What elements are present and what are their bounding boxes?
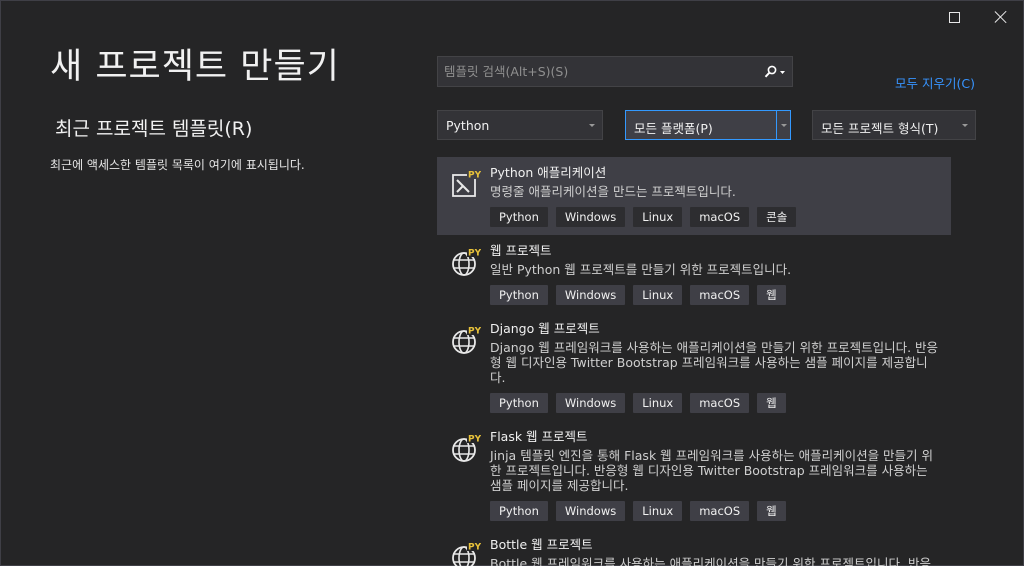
tag-web: 웹: [757, 501, 786, 521]
project-type-filter-value: 모든 프로젝트 형식(T): [821, 121, 939, 136]
template-item[interactable]: PY Django 웹 프로젝트 Django 웹 프레임워크를 사용하는 애플…: [437, 313, 951, 421]
tag-windows: Windows: [555, 501, 626, 521]
language-filter-dropdown[interactable]: Python: [437, 110, 603, 140]
template-description: Bottle 웹 프레임워크를 사용하는 애플리케이션을 만들기 위한 프로젝트…: [490, 556, 931, 566]
tag-macos: macOS: [690, 393, 750, 413]
platform-filter-dropdown[interactable]: 모든 플랫폼(P): [625, 110, 791, 140]
tag-macos: macOS: [690, 501, 750, 521]
close-icon: [995, 11, 1007, 23]
python-console-app-icon: PY: [452, 169, 481, 197]
template-item[interactable]: PY 웹 프로젝트 일반 Python 웹 프로젝트를 만들기 위한 프로젝트입…: [437, 235, 951, 313]
search-options-button[interactable]: [758, 57, 792, 86]
template-name: Bottle 웹 프로젝트: [490, 537, 593, 552]
tag-macos: macOS: [690, 207, 750, 227]
template-description: Django 웹 프레임워크를 사용하는 애플리케이션을 만들기 위한 프로젝트…: [490, 340, 939, 385]
chevron-down-icon: [962, 124, 968, 127]
template-tags: Python Windows Linux macOS 웹: [490, 501, 941, 521]
maximize-button[interactable]: [931, 4, 977, 30]
template-name: Python 애플리케이션: [490, 165, 607, 180]
python-web-globe-icon: PY: [452, 325, 481, 354]
template-tags: Python Windows Linux macOS 웹: [490, 393, 941, 413]
svg-text:PY: PY: [468, 249, 481, 259]
template-search-input[interactable]: [438, 57, 770, 86]
tag-python: Python: [490, 501, 548, 521]
svg-text:PY: PY: [468, 327, 481, 337]
clear-all-link[interactable]: 모두 지우기(C): [895, 73, 975, 92]
template-name: 웹 프로젝트: [490, 243, 552, 258]
tag-windows: Windows: [555, 207, 626, 227]
tag-web: 웹: [757, 285, 786, 305]
python-web-globe-icon: PY: [452, 541, 481, 566]
language-filter-value: Python: [446, 118, 490, 133]
template-tags: Python Windows Linux macOS 콘솔: [490, 207, 941, 227]
template-search-box: [437, 56, 793, 87]
template-description: 일반 Python 웹 프로젝트를 만들기 위한 프로젝트입니다.: [490, 262, 792, 277]
tag-console: 콘솔: [757, 207, 797, 227]
tag-python: Python: [490, 285, 548, 305]
tag-windows: Windows: [555, 393, 626, 413]
page-title: 새 프로젝트 만들기: [50, 47, 340, 87]
tag-python: Python: [490, 207, 548, 227]
tag-macos: macOS: [690, 285, 750, 305]
template-tags: Python Windows Linux macOS 웹: [490, 285, 941, 305]
python-web-globe-icon: PY: [452, 247, 481, 276]
maximize-icon: [948, 11, 960, 23]
tag-linux: Linux: [633, 285, 683, 305]
template-description: 명령줄 애플리케이션을 만드는 프로젝트입니다.: [490, 184, 736, 199]
chevron-down-icon: [781, 124, 787, 127]
template-item[interactable]: PY Bottle 웹 프로젝트 Bottle 웹 프레임워크를 사용하는 애플…: [437, 529, 951, 566]
close-button[interactable]: [978, 4, 1024, 30]
tag-web: 웹: [757, 393, 786, 413]
svg-text:PY: PY: [468, 435, 481, 445]
template-list: PY Python 애플리케이션 명령줄 애플리케이션을 만드는 프로젝트입니다…: [437, 157, 951, 566]
template-name: Flask 웹 프로젝트: [490, 429, 588, 444]
svg-text:PY: PY: [468, 543, 481, 553]
svg-text:PY: PY: [468, 171, 481, 181]
dropdown-separator: [776, 111, 777, 139]
tag-linux: Linux: [633, 207, 683, 227]
tag-linux: Linux: [633, 393, 683, 413]
template-item[interactable]: PY Flask 웹 프로젝트 Jinja 템플릿 엔진을 통해 Flask 웹…: [437, 421, 951, 529]
search-icon: [764, 65, 785, 77]
tag-linux: Linux: [633, 501, 683, 521]
template-item[interactable]: PY Python 애플리케이션 명령줄 애플리케이션을 만드는 프로젝트입니다…: [437, 157, 951, 235]
recent-templates-empty-message: 최근에 액세스한 템플릿 목록이 여기에 표시됩니다.: [50, 158, 305, 172]
chevron-down-icon: [589, 124, 595, 127]
python-web-globe-icon: PY: [452, 433, 481, 462]
tag-windows: Windows: [555, 285, 626, 305]
template-name: Django 웹 프로젝트: [490, 321, 600, 336]
platform-filter-value: 모든 플랫폼(P): [634, 121, 713, 136]
template-description: Jinja 템플릿 엔진을 통해 Flask 웹 프레임워크를 사용하는 애플리…: [490, 448, 934, 493]
tag-python: Python: [490, 393, 548, 413]
project-type-filter-dropdown[interactable]: 모든 프로젝트 형식(T): [812, 110, 976, 140]
recent-templates-heading: 최근 프로젝트 템플릿(R): [55, 118, 253, 140]
